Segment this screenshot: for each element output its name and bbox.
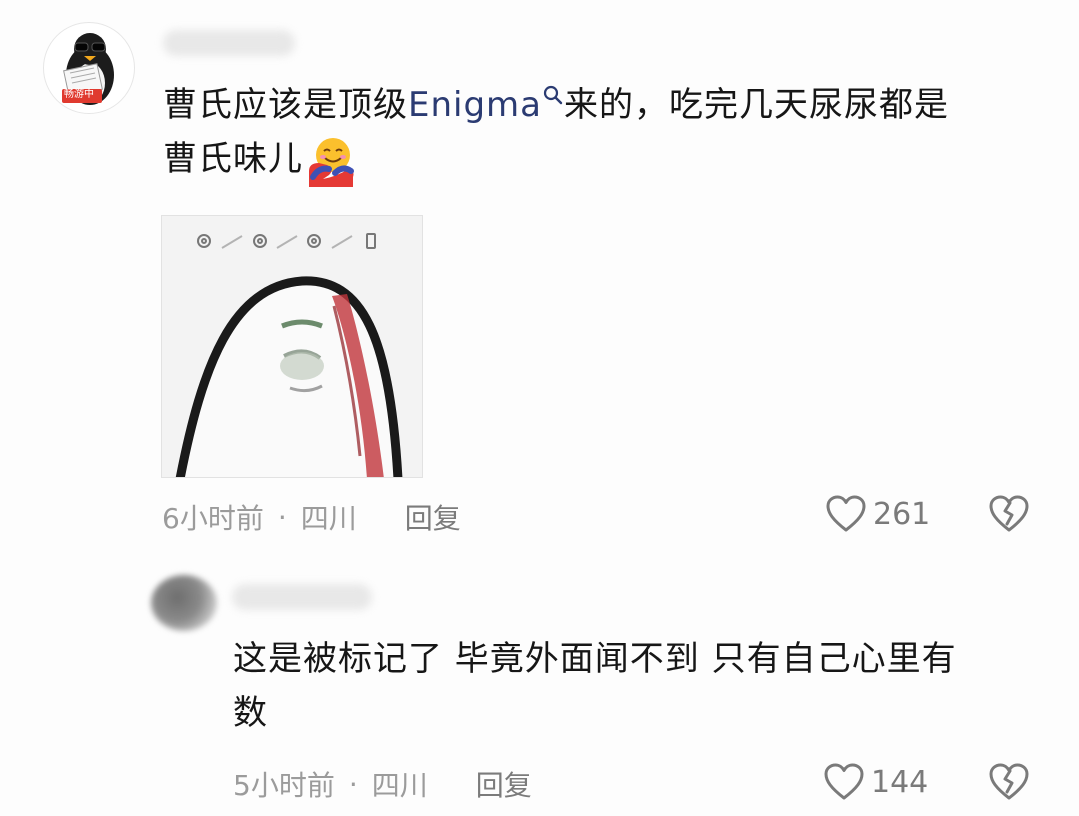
search-link[interactable]: Enigma <box>408 85 564 125</box>
comment-text-line-2: 曹氏味儿 <box>163 139 303 179</box>
reply-location: 四川 <box>371 769 428 802</box>
search-link-text: Enigma <box>408 85 543 125</box>
broken-heart-icon <box>989 763 1029 800</box>
hugging-face-emoji <box>309 137 354 187</box>
comment-time: 6小时前 <box>162 502 264 535</box>
comment-text-part-1: 曹氏应该是顶级 <box>163 85 408 125</box>
like-button[interactable]: 261 <box>825 494 930 534</box>
avatar[interactable]: 畅游中 <box>43 22 135 114</box>
like-count: 261 <box>873 496 931 532</box>
meta-separator: · <box>277 500 287 534</box>
comment-meta: 6小时前 · 四川 回复 <box>162 497 461 537</box>
broken-heart-icon <box>989 495 1029 532</box>
like-count: 144 <box>871 764 929 800</box>
heart-outline-icon <box>824 763 864 800</box>
reply-meta: 5小时前 · 四川 回复 <box>233 764 532 804</box>
comment-location: 四川 <box>300 502 357 535</box>
like-button[interactable]: 144 <box>823 762 928 802</box>
comment-image[interactable] <box>161 215 423 478</box>
comment-text: 曹氏应该是顶级Enigma 来的，吃完几天尿尿都是 曹氏味儿 <box>163 78 1043 187</box>
search-icon <box>543 85 563 105</box>
avatar-badge-text: 畅游中 <box>64 89 94 100</box>
heart-outline-icon <box>826 495 866 532</box>
meme-face-image <box>162 216 422 477</box>
dislike-button[interactable] <box>988 762 1030 806</box>
username-blurred[interactable] <box>163 30 295 56</box>
reply-time: 5小时前 <box>233 769 335 802</box>
avatar[interactable] <box>151 575 217 631</box>
meta-separator: · <box>348 767 358 801</box>
username-blurred[interactable] <box>232 584 372 610</box>
comment-text-part-2: 来的，吃完几天尿尿都是 <box>564 85 950 125</box>
reply-button[interactable]: 回复 <box>405 497 461 537</box>
reply-text-line-1: 这是被标记了 毕竟外面闻不到 只有自己心里有 <box>233 639 957 679</box>
reply-text: 这是被标记了 毕竟外面闻不到 只有自己心里有 数 <box>233 632 1053 740</box>
dislike-button[interactable] <box>988 494 1030 538</box>
reply-button[interactable]: 回复 <box>476 764 532 804</box>
reply-text-line-2: 数 <box>233 693 268 733</box>
